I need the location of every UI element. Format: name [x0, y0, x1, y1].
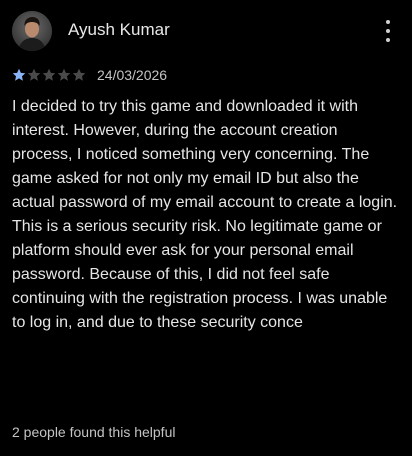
rating-row: 24/03/2026 — [12, 67, 167, 83]
more-vert-icon-dot — [386, 38, 390, 42]
more-options-button[interactable] — [380, 17, 396, 45]
review-card: Ayush Kumar 24/03/2026 I decided to try … — [0, 0, 412, 456]
helpful-count: 2 people found this helpful — [12, 424, 176, 440]
more-vert-icon — [386, 20, 390, 24]
star-empty-icon — [27, 68, 41, 81]
review-text: I decided to try this game and downloade… — [12, 98, 398, 331]
review-date: 24/03/2026 — [97, 67, 168, 83]
star-rating — [12, 68, 86, 82]
author-name: Ayush Kumar — [68, 20, 170, 39]
review-header: Ayush Kumar — [12, 11, 400, 51]
more-vert-icon-dot — [386, 29, 390, 33]
star-empty-icon — [42, 68, 56, 81]
user-avatar-icon — [12, 11, 52, 51]
avatar — [12, 11, 52, 51]
star-empty-icon — [72, 68, 86, 81]
star-empty-icon — [57, 68, 71, 81]
star-filled-icon — [12, 68, 26, 81]
